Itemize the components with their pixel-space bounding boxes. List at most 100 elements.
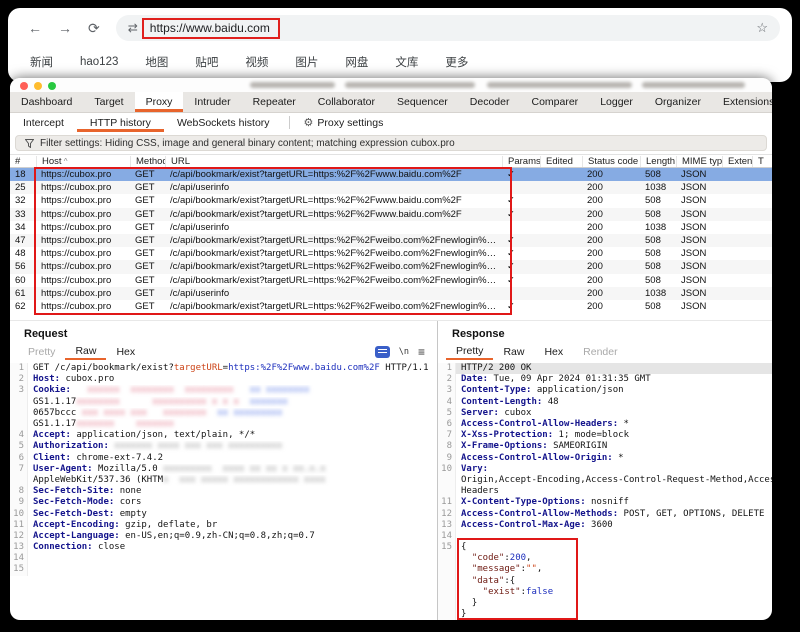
code-token: xxxxxxxx xxxxxxxxxx x x x xyxy=(76,397,249,407)
column-header-params[interactable]: Params xyxy=(502,156,540,167)
close-window-button[interactable] xyxy=(20,82,28,90)
table-row[interactable]: 34https://cubox.proGET/c/api/userinfo200… xyxy=(10,221,772,234)
editor-menu-icon[interactable]: ≡ xyxy=(418,346,425,358)
reload-icon[interactable]: ⟳ xyxy=(88,20,100,37)
editor-tab-raw[interactable]: Raw xyxy=(493,343,534,360)
tab-organizer[interactable]: Organizer xyxy=(644,92,712,112)
proxy-settings-label: Proxy settings xyxy=(317,117,383,129)
column-header-extension[interactable]: Extension xyxy=(722,156,752,167)
code-token: HTTP/2 200 OK xyxy=(461,363,531,373)
code-token: Tue, 09 Apr 2024 01:31:35 GMT xyxy=(488,374,651,384)
line-content: Vary: xyxy=(456,464,772,475)
column-header-edited[interactable]: Edited xyxy=(540,156,582,167)
panel-splitter[interactable] xyxy=(10,313,772,321)
line-number: 10 xyxy=(438,464,456,475)
tab-repeater[interactable]: Repeater xyxy=(242,92,307,112)
site-settings-icon[interactable]: ⇄ xyxy=(128,21,138,35)
bookmark-item[interactable]: 网盘 xyxy=(345,54,368,70)
tab-proxy[interactable]: Proxy xyxy=(135,92,184,112)
bookmark-item[interactable]: 更多 xyxy=(445,54,468,70)
table-row[interactable]: 33https://cubox.proGET/c/api/bookmark/ex… xyxy=(10,208,772,221)
table-cell: 33 xyxy=(10,208,36,221)
request-editor[interactable]: 1GET /c/api/bookmark/exist?targetURL=htt… xyxy=(10,360,437,620)
line-number: 2 xyxy=(10,374,28,385)
bookmark-item[interactable]: 地图 xyxy=(145,54,168,70)
tab-intruder[interactable]: Intruder xyxy=(183,92,241,112)
bookmark-item[interactable]: 文库 xyxy=(395,54,418,70)
column-header-t[interactable]: T xyxy=(752,156,772,167)
tab-comparer[interactable]: Comparer xyxy=(521,92,590,112)
table-row[interactable]: 60https://cubox.proGET/c/api/bookmark/ex… xyxy=(10,274,772,287)
column-header-mime-type[interactable]: MIME type xyxy=(676,156,722,167)
tab-sequencer[interactable]: Sequencer xyxy=(386,92,459,112)
bookmark-item[interactable]: 图片 xyxy=(295,54,318,70)
url-bar[interactable]: ⇄ https://www.baidu.com ☆ xyxy=(116,15,780,41)
column-header-num[interactable]: # xyxy=(10,156,36,167)
editor-tab-hex[interactable]: Hex xyxy=(106,343,145,360)
url-text[interactable]: https://www.baidu.com xyxy=(142,18,280,39)
line-number xyxy=(438,576,456,587)
editor-tab-pretty[interactable]: Pretty xyxy=(446,343,493,360)
editor-tab-render[interactable]: Render xyxy=(573,343,627,360)
table-cell: 18 xyxy=(10,168,36,181)
table-cell: 508 xyxy=(640,247,676,260)
code-line: 5Authorization: xxxxxxx xxxx xxx xxx xxx… xyxy=(10,441,437,452)
table-row[interactable]: 25https://cubox.proGET/c/api/userinfo200… xyxy=(10,181,772,194)
inspector-toggle-icon[interactable] xyxy=(375,346,390,358)
line-number: 9 xyxy=(10,497,28,508)
tab-decoder[interactable]: Decoder xyxy=(459,92,521,112)
code-line: 8X-Frame-Options: SAMEORIGIN xyxy=(438,441,772,452)
subtab-intercept[interactable]: Intercept xyxy=(10,113,77,132)
table-row[interactable]: 48https://cubox.proGET/c/api/bookmark/ex… xyxy=(10,247,772,260)
table-row[interactable]: 18https://cubox.proGET/c/api/bookmark/ex… xyxy=(10,168,772,181)
minimize-window-button[interactable] xyxy=(34,82,42,90)
newline-display-icon[interactable]: \n xyxy=(399,347,409,357)
table-row[interactable]: 56https://cubox.proGET/c/api/bookmark/ex… xyxy=(10,260,772,273)
bookmark-item[interactable]: hao123 xyxy=(80,56,118,68)
line-number: 4 xyxy=(438,397,456,408)
column-header-url[interactable]: URL xyxy=(165,156,502,167)
bookmark-star-icon[interactable]: ☆ xyxy=(756,20,768,36)
proxy-settings-button[interactable]: ⚙ Proxy settings xyxy=(296,113,392,132)
code-token: none xyxy=(114,486,141,496)
table-row[interactable]: 32https://cubox.proGET/c/api/bookmark/ex… xyxy=(10,194,772,207)
table-cell: GET xyxy=(130,234,165,247)
forward-icon[interactable]: → xyxy=(58,20,72,36)
editor-tab-pretty[interactable]: Pretty xyxy=(18,343,65,360)
tab-dashboard[interactable]: Dashboard xyxy=(10,92,83,112)
response-editor[interactable]: 1HTTP/2 200 OK2Date: Tue, 09 Apr 2024 01… xyxy=(438,360,772,620)
code-token: false xyxy=(526,587,553,597)
bookmark-item[interactable]: 贴吧 xyxy=(195,54,218,70)
code-token: Mozilla/5.0 xyxy=(93,464,163,474)
code-token: Access-Control-Max-Age: xyxy=(461,520,586,530)
back-icon[interactable]: ← xyxy=(28,20,42,36)
code-line: GS1.1.17xxxxxxxx xxxxxxxxxx x x x xxxxxx… xyxy=(10,397,437,408)
filter-settings-bar[interactable]: Filter settings: Hiding CSS, image and g… xyxy=(15,135,767,151)
code-token: AppleWebKit/537.36 (KHTM xyxy=(33,475,163,485)
tab-collaborator[interactable]: Collaborator xyxy=(307,92,386,112)
tab-extensions[interactable]: Extensions xyxy=(712,92,772,112)
code-line: 1HTTP/2 200 OK xyxy=(438,363,772,374)
bookmark-item[interactable]: 视频 xyxy=(245,54,268,70)
code-token: Cookie: xyxy=(33,385,71,395)
tab-logger[interactable]: Logger xyxy=(589,92,644,112)
table-row[interactable]: 47https://cubox.proGET/c/api/bookmark/ex… xyxy=(10,234,772,247)
table-row[interactable]: 62https://cubox.proGET/c/api/bookmark/ex… xyxy=(10,300,772,313)
code-token: "code" xyxy=(461,553,504,563)
subtab-http-history[interactable]: HTTP history xyxy=(77,113,164,132)
zoom-window-button[interactable] xyxy=(48,82,56,90)
line-content: X-Frame-Options: SAMEORIGIN xyxy=(456,441,772,452)
editor-tab-raw[interactable]: Raw xyxy=(65,343,106,360)
bookmark-item[interactable]: 新闻 xyxy=(30,54,53,70)
column-header-length[interactable]: Length xyxy=(640,156,676,167)
column-header-host[interactable]: Host ^ xyxy=(36,156,130,167)
editor-tab-hex[interactable]: Hex xyxy=(534,343,573,360)
column-header-method[interactable]: Method xyxy=(130,156,165,167)
line-number: 13 xyxy=(10,542,28,553)
column-header-status-code[interactable]: Status code xyxy=(582,156,640,167)
table-cell: GET xyxy=(130,260,165,273)
table-cell: 200 xyxy=(582,234,640,247)
tab-target[interactable]: Target xyxy=(83,92,134,112)
subtab-websockets-history[interactable]: WebSockets history xyxy=(164,113,283,132)
table-row[interactable]: 61https://cubox.proGET/c/api/userinfo200… xyxy=(10,287,772,300)
